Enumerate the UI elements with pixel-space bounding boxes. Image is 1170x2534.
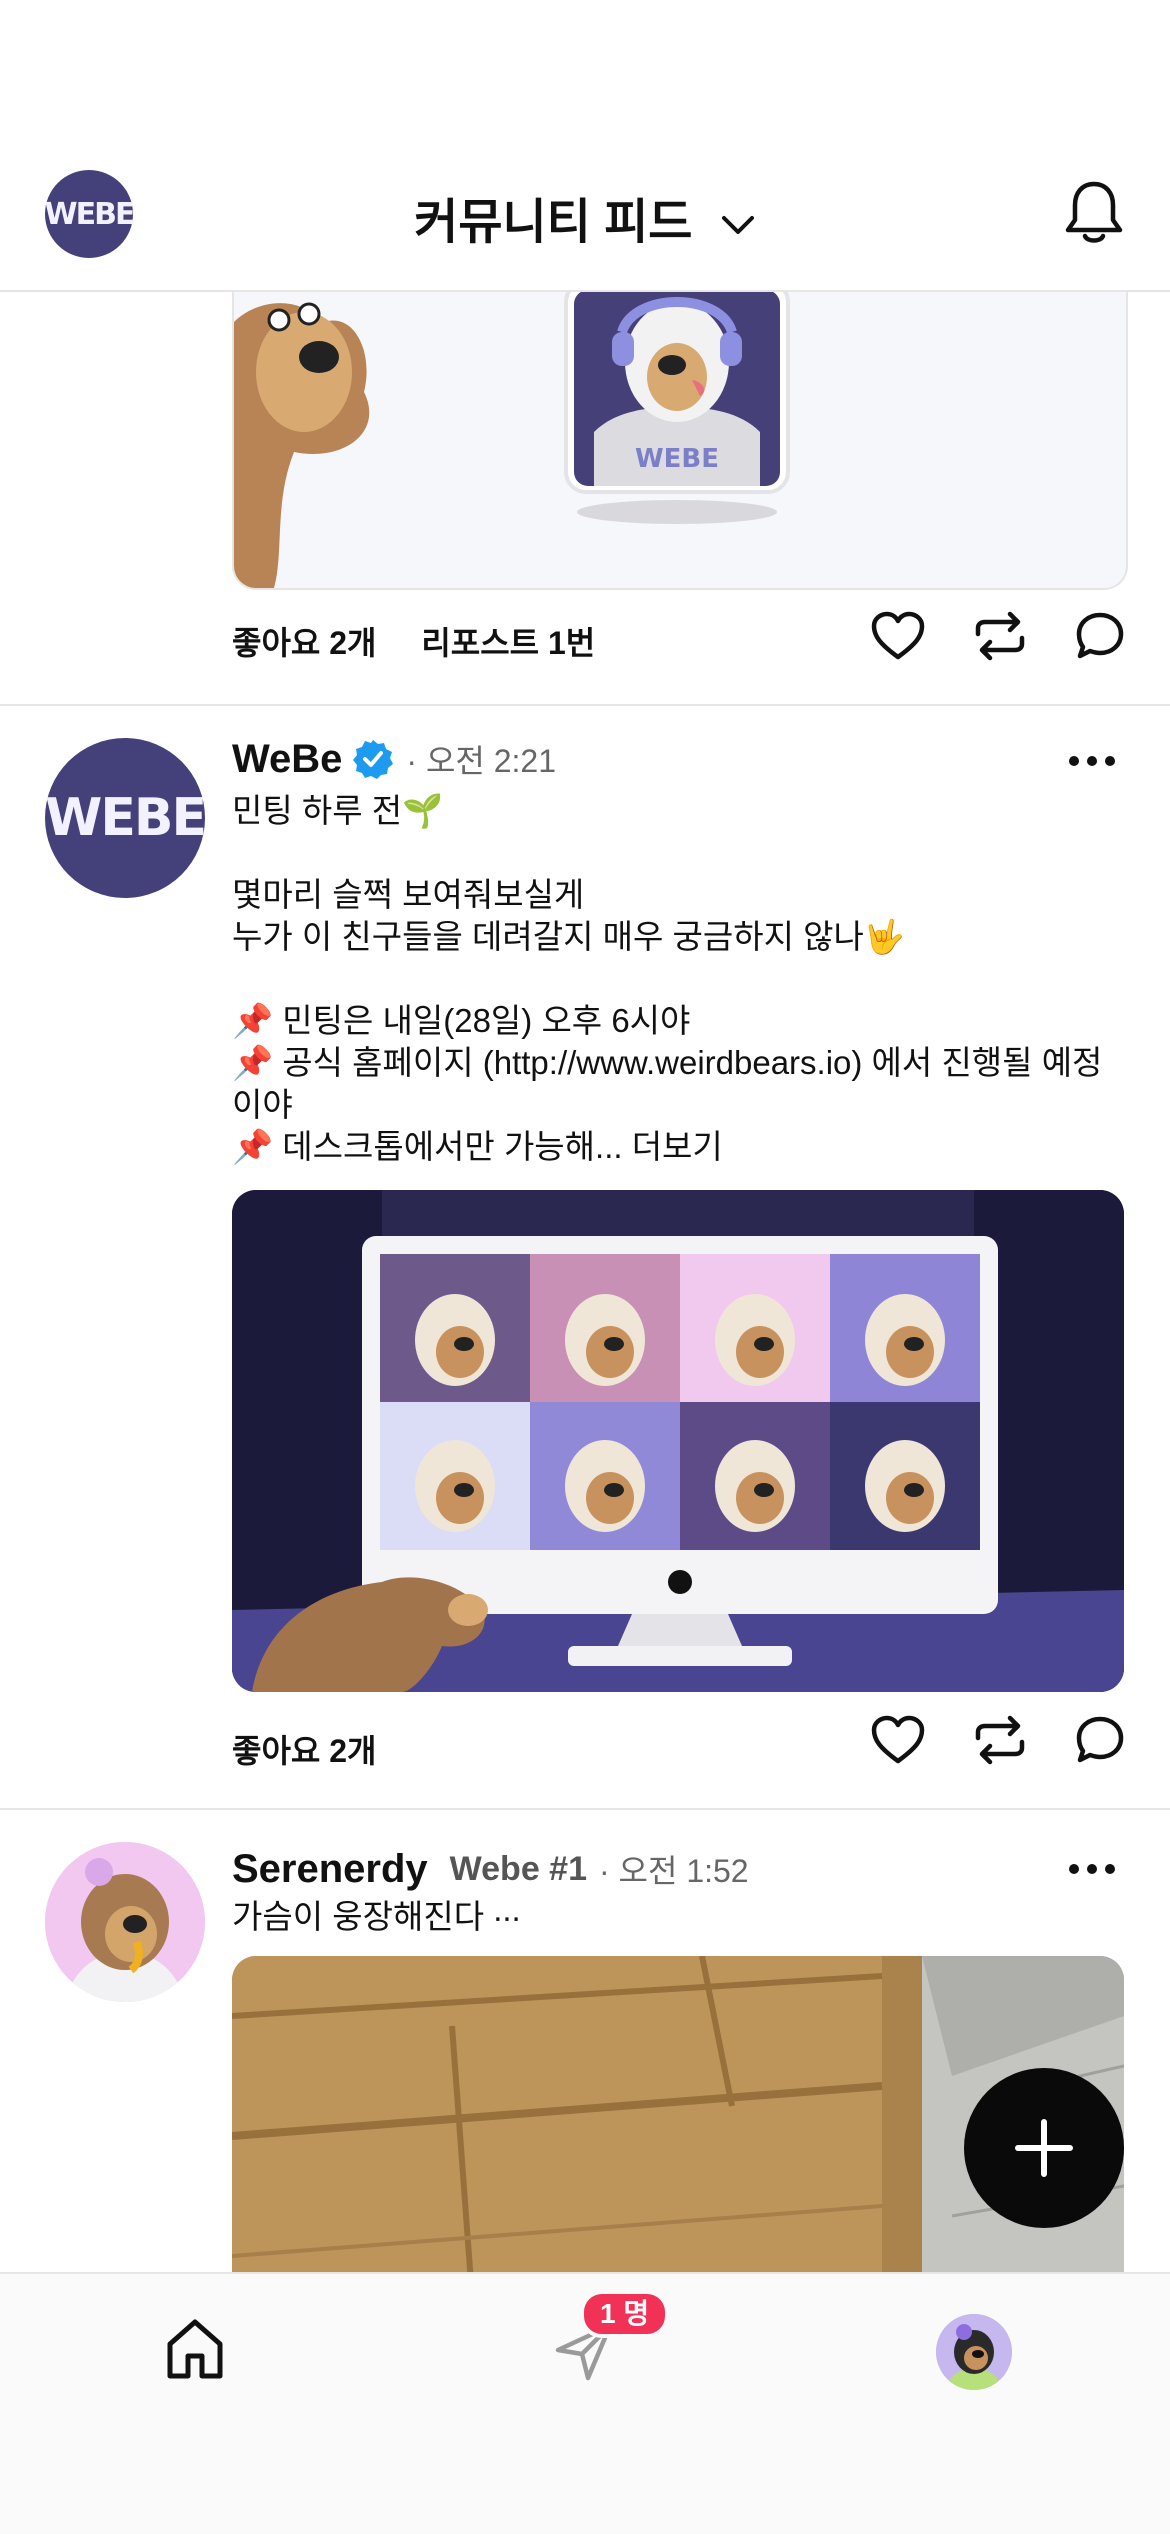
verified-icon [353, 740, 394, 779]
post-divider [0, 1808, 1170, 1810]
post-stats: 좋아요 2개 [232, 1726, 412, 1772]
notification-badge: 1 명 [580, 2290, 670, 2338]
post-line: 📌 공식 홈페이지 (http://www.weirdbears.io) 에서 … [232, 1044, 1103, 1123]
plus-icon [1015, 2119, 1073, 2177]
bell-icon[interactable] [1062, 178, 1126, 248]
post-line: 몇마리 슬쩍 보여줘보실게 [232, 876, 585, 913]
post-line: 가슴이 웅장해진다 ∙∙∙ [232, 1898, 521, 1935]
author-handle: Webe #1 [449, 1849, 587, 1888]
comment-icon[interactable] [1074, 1714, 1126, 1766]
svg-text:WEBE: WEBE [635, 444, 719, 474]
post-text: 가슴이 웅장해진다 ∙∙∙ [232, 1896, 1132, 1938]
author-name[interactable]: Serenerdy [232, 1847, 428, 1892]
heart-icon[interactable] [870, 610, 926, 662]
repost-icon[interactable] [972, 1714, 1028, 1766]
home-icon[interactable] [164, 2316, 226, 2382]
feed-list[interactable]: WEBE 좋아요 2개 리포스트 1번 WEBE WeBe · 오전 2:21 [0, 292, 1170, 2272]
post-image[interactable] [232, 1190, 1124, 1692]
chevron-down-icon [721, 216, 754, 235]
post-image[interactable]: WEBE [232, 292, 1128, 590]
bear-avatar-image [45, 1842, 205, 2002]
bottom-tab-bar: 1 명 [0, 2272, 1170, 2534]
post-line [232, 958, 1132, 1000]
post-line: 📌 민팅은 내일(28일) 오후 6시야 [232, 1002, 691, 1039]
post-line: 누가 이 친구들을 데려갈지 매우 궁금하지 않나🤟 [232, 918, 905, 955]
profile-tab-avatar[interactable] [936, 2314, 1012, 2390]
feed-selector[interactable]: 커뮤니티 피드 [0, 182, 1170, 252]
post-line: 민팅 하루 전🌱 [232, 792, 444, 829]
post-stats: 좋아요 2개 리포스트 1번 [232, 618, 631, 664]
post-time: · 오전 1:52 [599, 1853, 749, 1889]
author-avatar[interactable] [45, 1842, 205, 2002]
post-header: WeBe · 오전 2:21 [232, 736, 556, 782]
bear-artwork-image: WEBE [234, 292, 1126, 588]
comment-icon[interactable] [1074, 610, 1126, 662]
create-post-button[interactable] [964, 2068, 1124, 2228]
page-title: 커뮤니티 피드 [414, 196, 693, 249]
likes-count[interactable]: 좋아요 2개 [232, 1733, 376, 1769]
post-text: 민팅 하루 전🌱 몇마리 슬쩍 보여줘보실게 누가 이 친구들을 데려갈지 매우… [232, 790, 1132, 1168]
profile-bear-image [936, 2314, 1012, 2390]
monitor-bears-image [232, 1190, 1124, 1692]
heart-icon[interactable] [870, 1714, 926, 1766]
post-time: · 오전 2:21 [406, 743, 557, 779]
post-actions [870, 1714, 1126, 1766]
post-divider [0, 704, 1170, 706]
author-avatar[interactable]: WEBE [44, 738, 207, 898]
avatar-logo-text: WEBE [44, 788, 207, 848]
post-line-more[interactable]: 📌 데스크톱에서만 가능해... 더보기 [232, 1126, 1132, 1168]
repost-icon[interactable] [972, 610, 1028, 662]
likes-count[interactable]: 좋아요 2개 [232, 625, 376, 661]
author-name[interactable]: WeBe [232, 737, 342, 782]
top-header: WEBE 커뮤니티 피드 [0, 160, 1170, 292]
more-icon[interactable] [1068, 754, 1116, 768]
reposts-count[interactable]: 리포스트 1번 [421, 625, 595, 661]
post-line [232, 832, 1132, 874]
more-icon[interactable] [1068, 1862, 1116, 1876]
post-actions [870, 610, 1126, 662]
post-header: Serenerdy Webe #1 · 오전 1:52 [232, 1846, 749, 1892]
